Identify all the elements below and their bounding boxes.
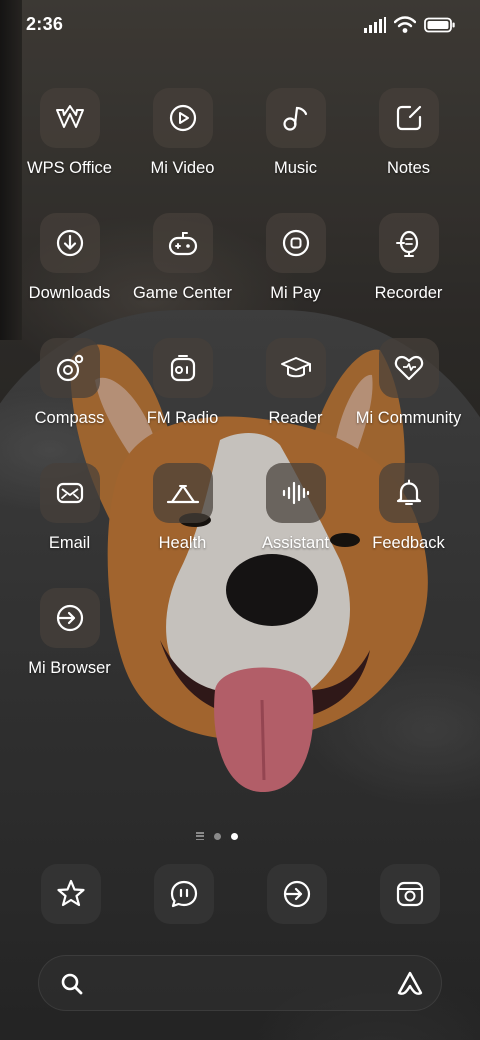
app-reader[interactable]: Reader	[239, 338, 352, 428]
play-icon	[169, 104, 196, 132]
app-wps-office[interactable]: WPS Office	[13, 88, 126, 178]
ai-assistant-icon[interactable]	[395, 969, 425, 999]
status-bar: 2:36	[0, 0, 480, 52]
notes-icon	[396, 105, 421, 131]
dock-app-security[interactable]	[41, 864, 101, 924]
mi-pay-icon	[282, 229, 309, 257]
compass-icon	[56, 354, 83, 382]
search-icon[interactable]	[59, 971, 85, 997]
wps-office-icon	[55, 105, 84, 128]
search-bar[interactable]	[38, 955, 442, 1011]
status-time: 2:36	[26, 14, 64, 34]
radio-icon	[170, 355, 195, 382]
music-note-icon	[282, 106, 307, 131]
app-label: Reader	[268, 409, 323, 427]
app-notes[interactable]: Notes	[352, 88, 465, 178]
page-indicator-menu-icon	[196, 832, 204, 840]
app-label: Mi Community	[355, 409, 462, 427]
star-icon	[57, 879, 85, 907]
app-mi-video[interactable]: Mi Video	[126, 88, 239, 178]
battery-icon	[424, 17, 455, 33]
app-compass[interactable]: Compass	[13, 338, 126, 428]
app-label: Email	[48, 534, 91, 552]
message-bubble-icon	[170, 880, 198, 908]
app-label: Mi Video	[150, 159, 215, 177]
download-icon	[56, 229, 83, 257]
page-dot	[214, 832, 221, 840]
dock-app-browser[interactable]	[267, 864, 327, 924]
app-label: WPS Office	[27, 159, 112, 177]
app-fm-radio[interactable]: FM Radio	[126, 338, 239, 428]
app-label: Downloads	[28, 284, 111, 302]
browser-arrow-icon	[56, 604, 83, 632]
app-recorder[interactable]: Recorder	[352, 213, 465, 303]
app-label: Recorder	[374, 284, 443, 302]
dock-app-camera[interactable]	[380, 864, 440, 924]
app-label: Health	[158, 534, 207, 552]
mail-icon	[56, 482, 83, 504]
voice-wave-icon	[282, 481, 309, 505]
page-dot-active	[231, 832, 238, 840]
app-game-center[interactable]: Game Center	[126, 213, 239, 303]
app-mi-community[interactable]: Mi Community	[352, 338, 465, 428]
signal-icon	[364, 17, 386, 33]
app-label: Mi Pay	[270, 284, 321, 302]
wifi-icon	[394, 16, 416, 33]
browser-arrow-icon	[283, 880, 311, 908]
heart-icon	[394, 355, 423, 381]
app-label: FM Radio	[146, 409, 219, 427]
app-label: Game Center	[132, 284, 233, 302]
app-assistant[interactable]: Assistant	[239, 463, 352, 553]
app-downloads[interactable]: Downloads	[13, 213, 126, 303]
bell-icon	[396, 479, 421, 505]
camera-icon	[396, 881, 424, 907]
app-label: Feedback	[372, 534, 445, 552]
app-label: Compass	[34, 409, 105, 427]
app-label: Mi Browser	[28, 659, 111, 677]
page-indicator[interactable]	[196, 829, 238, 843]
app-label: Assistant	[262, 534, 329, 552]
app-mi-pay[interactable]: Mi Pay	[239, 213, 352, 303]
dock-app-messages[interactable]	[154, 864, 214, 924]
app-label: Notes	[386, 159, 431, 177]
gamepad-icon	[168, 232, 197, 256]
health-icon	[166, 484, 199, 504]
microphone-icon	[395, 230, 418, 257]
app-feedback[interactable]: Feedback	[352, 463, 465, 553]
app-label: Music	[273, 159, 318, 177]
graduation-cap-icon	[280, 357, 311, 378]
app-health[interactable]: Health	[126, 463, 239, 553]
app-music[interactable]: Music	[239, 88, 352, 178]
app-email[interactable]: Email	[13, 463, 126, 553]
app-mi-browser[interactable]: Mi Browser	[13, 588, 126, 678]
